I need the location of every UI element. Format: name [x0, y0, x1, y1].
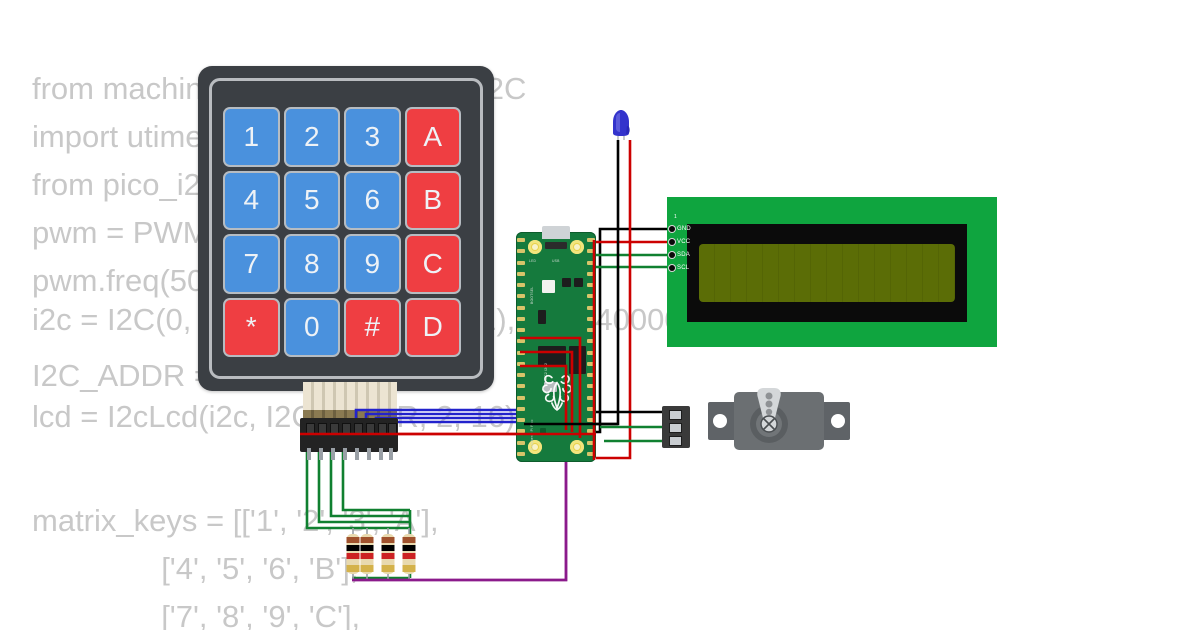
lcd-pin-gnd[interactable]: GND	[669, 226, 691, 232]
pico-left-pads	[517, 238, 525, 456]
pico-silk-board-name: Raspberry Pi Pico	[530, 419, 534, 450]
usb-connector	[542, 226, 570, 239]
circuit-diagram: 1 2 3 A 4 5 6 B 7 8 9 C * 0 # D LED USB …	[0, 0, 1200, 630]
pico-silk-led: LED	[529, 259, 537, 263]
lcd-pin-label: GND	[677, 226, 691, 232]
lcd-pin-label: VCC	[677, 239, 691, 245]
lcd-pin-dot-icon	[669, 252, 675, 258]
wire-layer	[300, 140, 672, 582]
rp2040-chip	[562, 278, 571, 287]
mount-hole-br	[570, 440, 584, 454]
led-blue[interactable]	[610, 108, 632, 142]
servo-connector[interactable]	[662, 406, 690, 448]
pin-header-8[interactable]	[300, 418, 398, 460]
flash-chip	[574, 278, 583, 287]
pico-silk-bootsel: BOOTSEL	[530, 286, 534, 304]
lcd-16x2-i2c[interactable]: 1 GND VCC SDA SCL	[667, 197, 997, 347]
ldo-chip	[538, 346, 566, 366]
resistor-3[interactable]	[379, 528, 397, 580]
pico-right-pads	[587, 238, 595, 456]
lcd-pin-label: SCL	[677, 265, 690, 271]
pad-square-2	[540, 428, 546, 434]
bootsel-button[interactable]	[542, 280, 555, 293]
lcd-pin-number: 1	[674, 214, 677, 220]
usb-chip	[545, 242, 567, 249]
lcd-pin-dot-icon	[669, 226, 675, 232]
lcd-pin-dot-icon	[669, 239, 675, 245]
lcd-screen	[699, 244, 955, 302]
resistor-2[interactable]	[358, 528, 376, 580]
raspberry-pi-logo-icon	[542, 374, 572, 411]
lcd-pin-scl[interactable]: SCL	[669, 265, 689, 271]
simulation-canvas[interactable]: from machine import Pin, PWM, I2C import…	[0, 0, 1200, 630]
lcd-pin-dot-icon	[669, 265, 675, 271]
lcd-pin-vcc[interactable]: VCC	[669, 239, 690, 245]
regulator-chip	[569, 346, 586, 374]
raspberry-pi-pico[interactable]: LED USB BOOTSEL Raspberry Pi Pico I2C2 I…	[516, 226, 596, 462]
servo-motor[interactable]	[706, 382, 852, 456]
pico-silk-usb: USB	[552, 259, 560, 263]
mount-hole-tl	[528, 240, 542, 254]
mount-hole-tr	[570, 240, 584, 254]
resistor-4[interactable]	[400, 528, 418, 580]
crystal	[538, 310, 546, 324]
lcd-pin-sda[interactable]: SDA	[669, 252, 690, 258]
lcd-bezel	[687, 224, 967, 322]
lcd-pin-label: SDA	[677, 252, 690, 258]
